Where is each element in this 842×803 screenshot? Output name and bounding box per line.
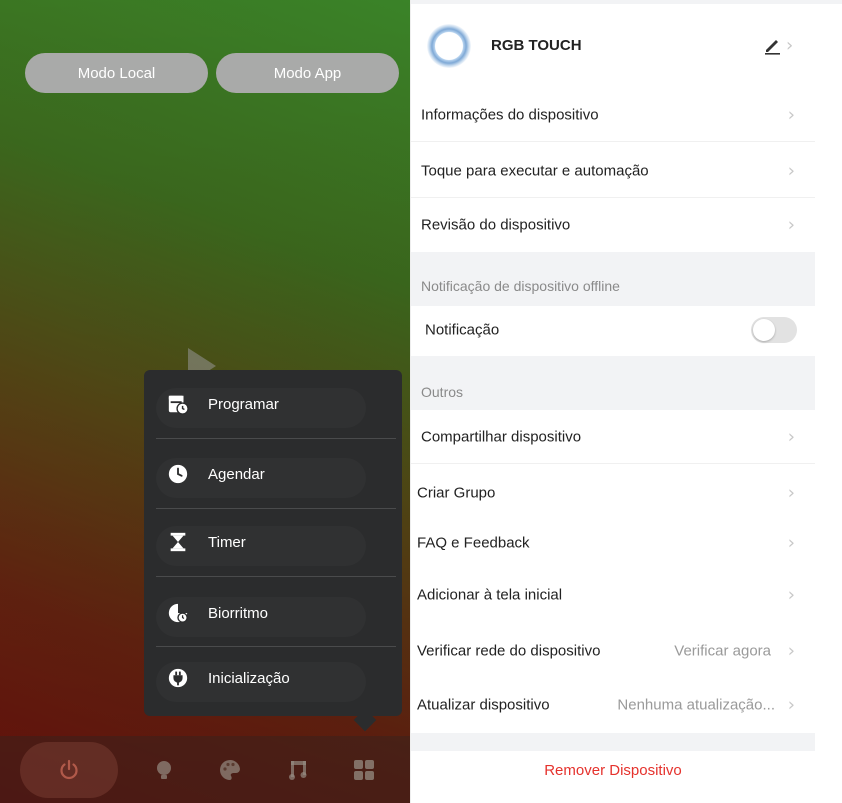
menu-item-agendar[interactable]: Agendar xyxy=(156,446,390,502)
chevron-right-icon: › xyxy=(787,584,795,606)
menu-item-programar[interactable]: Programar xyxy=(156,376,390,432)
menu-item-label: Biorritmo xyxy=(208,604,269,622)
row-device-info[interactable]: Informações do dispositivo › xyxy=(411,88,815,142)
row-add-home-screen[interactable]: Adicionar à tela inicial › xyxy=(411,568,815,622)
row-tap-automation[interactable]: Toque para executar e automação › xyxy=(411,144,815,198)
palette-icon[interactable] xyxy=(218,758,242,782)
chevron-right-icon: › xyxy=(787,482,795,504)
section-title: Notificação de dispositivo offline xyxy=(421,278,620,294)
chevron-right-icon: › xyxy=(787,160,795,181)
row-check-network[interactable]: Verificar rede do dispositivo Verificar … xyxy=(411,624,815,678)
divider xyxy=(156,646,396,647)
menu-item-label: Inicialização xyxy=(208,669,290,687)
section-outros: Outros xyxy=(411,356,815,410)
row-label: Atualizar dispositivo xyxy=(417,696,550,714)
hourglass-icon xyxy=(166,530,190,554)
grid-icon[interactable] xyxy=(352,758,376,782)
chevron-right-icon: › xyxy=(787,640,795,662)
section-title: Outros xyxy=(421,384,464,400)
divider xyxy=(156,576,396,577)
modo-app-button[interactable]: Modo App xyxy=(216,53,399,93)
row-value: Verificar agora xyxy=(674,642,771,660)
music-icon[interactable] xyxy=(286,758,310,782)
row-label: FAQ e Feedback xyxy=(417,534,530,552)
menu-item-biorritmo[interactable]: Biorritmo xyxy=(156,585,390,641)
row-label: Revisão do dispositivo xyxy=(421,216,571,234)
clock-icon xyxy=(166,462,190,486)
row-notification: Notificação xyxy=(411,306,815,354)
features-popup-menu: Programar Agendar Timer Biorritmo Inicia… xyxy=(144,370,402,716)
power-button[interactable] xyxy=(20,742,118,798)
chevron-right-icon: › xyxy=(786,35,794,56)
bulb-icon[interactable] xyxy=(152,758,176,782)
menu-item-timer[interactable]: Timer xyxy=(156,514,390,570)
row-update-device[interactable]: Atualizar dispositivo Nenhuma atualizaçã… xyxy=(411,678,815,732)
row-label: Notificação xyxy=(425,321,500,339)
row-faq-feedback[interactable]: FAQ e Feedback › xyxy=(411,516,815,570)
device-settings-panel: RGB TOUCH › Informações do dispositivo ›… xyxy=(410,0,842,803)
modo-local-button[interactable]: Modo Local xyxy=(25,53,208,93)
power-icon xyxy=(60,759,78,780)
power-plug-icon xyxy=(166,666,190,690)
edit-icon[interactable] xyxy=(763,36,783,56)
row-label: Criar Grupo xyxy=(417,484,496,502)
row-label: Adicionar à tela inicial xyxy=(417,586,563,604)
device-header[interactable]: RGB TOUCH › xyxy=(411,4,815,88)
section-spacer xyxy=(411,733,815,751)
menu-item-label: Timer xyxy=(208,533,246,551)
row-label: Informações do dispositivo xyxy=(421,106,599,123)
divider xyxy=(156,508,396,509)
row-create-group[interactable]: Criar Grupo › xyxy=(411,466,815,520)
row-label: Toque para executar e automação xyxy=(421,162,649,179)
chevron-right-icon: › xyxy=(787,104,795,125)
row-label: Verificar rede do dispositivo xyxy=(417,642,601,660)
row-share-device[interactable]: Compartilhar dispositivo › xyxy=(411,410,815,464)
row-label: Compartilhar dispositivo xyxy=(421,428,582,445)
chevron-right-icon: › xyxy=(787,214,795,236)
row-value: Nenhuma atualização... xyxy=(617,696,775,714)
biorhythm-icon xyxy=(166,601,190,625)
divider xyxy=(156,438,396,439)
row-device-review[interactable]: Revisão do dispositivo › xyxy=(411,198,815,252)
menu-item-label: Agendar xyxy=(208,465,265,483)
device-name: RGB TOUCH xyxy=(491,37,582,54)
chevron-right-icon: › xyxy=(787,694,795,716)
schedule-calendar-icon xyxy=(166,392,190,416)
remove-device-button[interactable]: Remover Dispositivo xyxy=(411,762,815,779)
menu-item-inicializacao[interactable]: Inicialização xyxy=(156,650,390,706)
chevron-right-icon: › xyxy=(787,532,795,554)
section-offline-notification: Notificação de dispositivo offline xyxy=(411,252,815,306)
device-avatar xyxy=(427,24,471,68)
chevron-right-icon: › xyxy=(787,426,795,447)
notification-toggle[interactable] xyxy=(751,317,797,343)
bottom-toolbar xyxy=(0,736,410,803)
menu-item-label: Programar xyxy=(208,395,279,413)
